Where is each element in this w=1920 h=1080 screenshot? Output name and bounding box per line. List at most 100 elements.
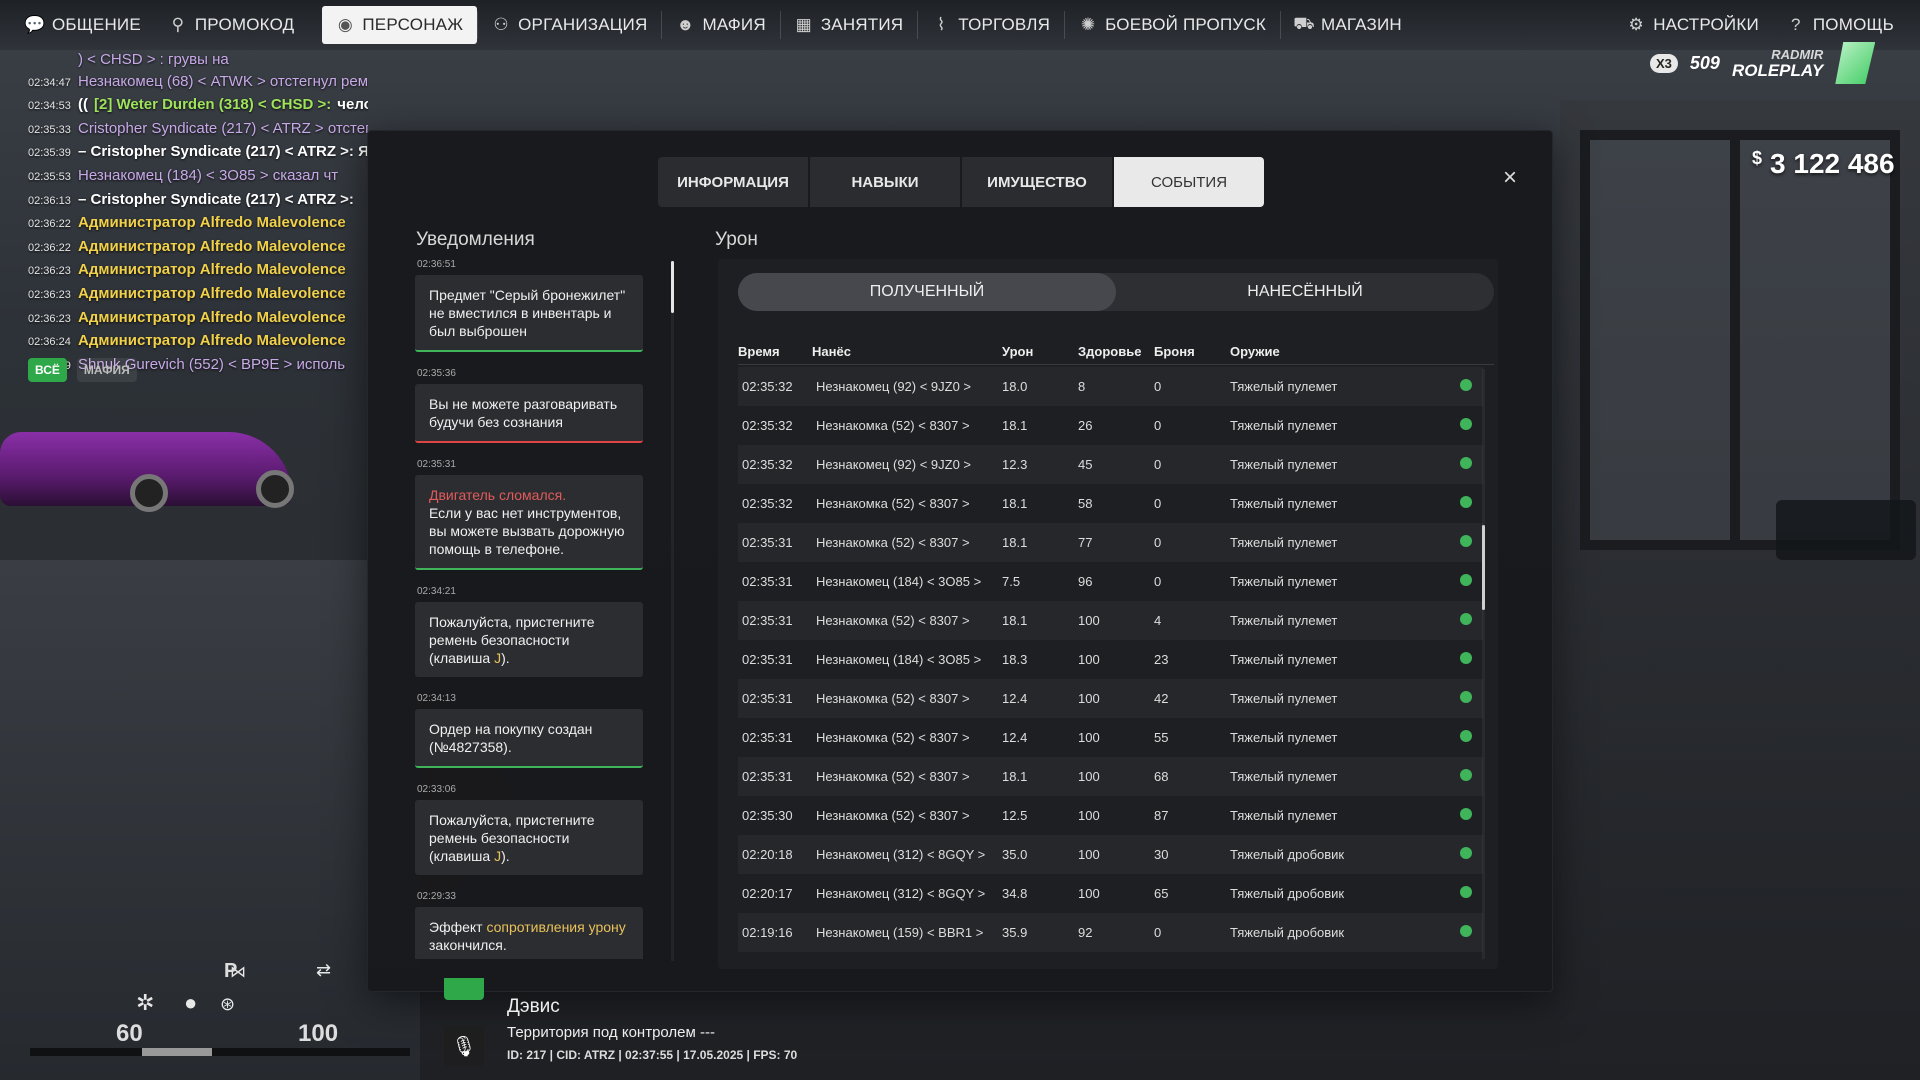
table-cell: 65 xyxy=(1154,886,1169,901)
nav-item-main-1[interactable]: ⚇ Организация xyxy=(478,6,661,44)
table-cell: 100 xyxy=(1078,652,1100,667)
speedometer: ⋈ P ✲ ● ⊛ ⇄ 60 100 xyxy=(30,960,410,1060)
table-cell: 0 xyxy=(1154,457,1162,472)
nav-item-main-4[interactable]: ⌇ Торговля xyxy=(918,6,1064,44)
nav-item-label: Боевой пропуск xyxy=(1105,15,1266,34)
nav-item-main-3[interactable]: ▦ Занятия xyxy=(781,6,917,44)
logo-bottom-text: ROLEPLAY xyxy=(1731,61,1824,80)
chat-text: Администратор Alfredo Malevolence xyxy=(78,214,346,232)
table-cell: Тяжелый пулемет xyxy=(1230,535,1338,550)
chat-bubble-icon: 💬 xyxy=(24,15,46,34)
notifications-scrollbar[interactable] xyxy=(671,261,674,313)
character-modal: Информация Навыки Имущество События × Уведо… xyxy=(367,130,1553,992)
table-cell: 96 xyxy=(1078,574,1093,589)
nav-item-label: Торговля xyxy=(958,15,1051,34)
nav-item-left-1[interactable]: ⚲ Промокод xyxy=(155,6,308,44)
table-cell: Тяжелый пулемет xyxy=(1230,379,1338,394)
table-cell: 18.1 xyxy=(1002,769,1028,784)
chat-line: 02:35:53 Незнакомец (184) < 3O85 > сказал… xyxy=(28,165,368,189)
nav-item-right-1[interactable]: ? Помощь xyxy=(1773,6,1908,44)
table-cell: Тяжелый пулемет xyxy=(1230,574,1338,589)
nav-item-main-6[interactable]: ⛟ Магазин xyxy=(1281,6,1416,44)
notification-item: 02:34:21 Пожалуйста, пристегните ремень б… xyxy=(415,586,645,677)
nav-item-main-5[interactable]: ✺ Боевой пропуск xyxy=(1065,6,1280,44)
group-icon: ⚇ xyxy=(493,15,509,34)
status-cell xyxy=(1460,808,1472,823)
nav-main-group: ◉ Персонаж ⚇ Организация ☻ Мафия ▦ Занятия ⌇ Торг… xyxy=(322,6,1416,44)
table-row: 02:35:32 Незнакомка (52) < 8307 > 18.1 58 0 Т… xyxy=(738,484,1483,523)
chat-timestamp: 02:34:53 xyxy=(28,100,71,113)
notifications-scroll-track xyxy=(671,261,674,961)
notification-item: 02:29:33 Эффект сопротивления урону закон… xyxy=(415,891,645,959)
table-cell: 02:35:31 xyxy=(742,691,793,706)
table-cell: 30 xyxy=(1154,847,1169,862)
help-icon: ? xyxy=(1791,15,1801,34)
notification-card: Вы не можете разговаривать будучи без со… xyxy=(415,384,643,443)
chat-text: Незнакомец (184) < 3O85 > сказал чт xyxy=(78,166,339,184)
notification-item: 02:36:51 Предмет "Серый бронежилет" не вм… xyxy=(415,259,645,352)
check-dot-icon xyxy=(1460,769,1472,781)
notification-text-tail: ). xyxy=(501,848,510,864)
column-header: Урон xyxy=(1002,344,1034,359)
chat-tabs: ВСЁ МАФИЯ xyxy=(28,358,137,382)
chat-line: 02:34:53 (([2] Weter Durden (318) < CHSD … xyxy=(28,94,368,118)
tab-2[interactable]: Имущество xyxy=(962,157,1112,207)
notification-item: 02:35:36 Вы не можете разговаривать будуч… xyxy=(415,368,645,443)
table-cell: 35.0 xyxy=(1002,847,1028,862)
table-cell: 02:20:17 xyxy=(742,886,793,901)
notification-text: Эффект xyxy=(429,919,487,935)
nav-item-main-2[interactable]: ☻ Мафия xyxy=(662,6,779,44)
table-cell: Незнакомка (52) < 8307 > xyxy=(816,535,970,550)
tab-1[interactable]: Навыки xyxy=(810,157,960,207)
check-dot-icon xyxy=(1460,379,1472,391)
tab-0[interactable]: Информация xyxy=(658,157,808,207)
table-row: 02:35:31 Незнакомец (184) < 3O85 > 18.3 100… xyxy=(738,640,1483,679)
damage-toggle-1[interactable]: Нанесённый xyxy=(1116,273,1494,311)
notifications-title: Уведомления xyxy=(416,229,535,250)
table-cell: Незнакомка (52) < 8307 > xyxy=(816,769,970,784)
table-row: 02:35:31 Незнакомец (184) < 3O85 > 7.5 96 0 Т… xyxy=(738,562,1483,601)
chat-line: 02:36:24 Администратор Alfredo Malevolenc… xyxy=(28,330,368,354)
damage-scrollbar[interactable] xyxy=(1482,525,1485,610)
nav-item-right-0[interactable]: ⚙ Настройки xyxy=(1613,6,1773,44)
check-dot-icon xyxy=(1460,535,1472,547)
nav-item-label: Настройки xyxy=(1653,15,1759,34)
table-cell: Незнакомка (52) < 8307 > xyxy=(816,808,970,823)
nav-item-label: Мафия xyxy=(702,15,766,34)
table-cell: 8 xyxy=(1078,379,1086,394)
car-wheel xyxy=(130,474,168,512)
money-amount: 3 122 486 xyxy=(1770,148,1895,179)
nav-item-label: Промокод xyxy=(194,15,295,34)
notification-time: 02:34:13 xyxy=(417,693,456,704)
table-cell: 18.0 xyxy=(1002,379,1028,394)
server-logo: RADMIR ROLEPLAY xyxy=(1732,47,1823,79)
chat-tab-1[interactable]: МАФИЯ xyxy=(76,358,137,382)
status-cell xyxy=(1460,691,1472,706)
table-cell: Незнакомка (52) < 8307 > xyxy=(816,418,970,433)
table-row: 02:20:18 Незнакомец (312) < 8GQY > 35.0 100… xyxy=(738,835,1483,874)
chat-text: ) < CHSD > : грувы на xyxy=(78,51,229,68)
chat-timestamp: 02:36:23 xyxy=(28,288,71,301)
status-cell xyxy=(1460,379,1472,394)
tab-3[interactable]: События xyxy=(1114,157,1264,207)
table-cell: 26 xyxy=(1078,418,1093,433)
table-cell: Тяжелый пулемет xyxy=(1230,496,1338,511)
check-dot-icon xyxy=(1460,613,1472,625)
chat-timestamp: 02:36:22 xyxy=(28,218,71,231)
table-cell: Тяжелый дробовик xyxy=(1230,886,1345,901)
table-cell: Незнакомец (159) < BBR1 > xyxy=(816,925,984,940)
table-cell: Тяжелый пулемет xyxy=(1230,691,1338,706)
nav-item-left-0[interactable]: 💬 Общение xyxy=(12,6,155,44)
check-dot-icon xyxy=(1460,691,1472,703)
table-cell: 58 xyxy=(1078,496,1093,511)
damage-toggle-0[interactable]: Полученный xyxy=(738,273,1116,311)
close-button[interactable]: × xyxy=(1498,166,1522,191)
chat-tab-0[interactable]: ВСЁ xyxy=(28,358,67,382)
background-bench xyxy=(1776,500,1916,560)
table-cell: 23 xyxy=(1154,652,1169,667)
table-cell: Тяжелый пулемет xyxy=(1230,418,1338,433)
table-row: 02:35:31 Незнакомка (52) < 8307 > 12.4 100 5… xyxy=(738,718,1483,757)
damage-panel: Полученный Нанесённый Время Нанёс Урон Здоро… xyxy=(718,259,1498,969)
nav-item-main-0[interactable]: ◉ Персонаж xyxy=(322,6,478,44)
notification-text: Ордер на покупку создан (№4827358). xyxy=(429,721,593,755)
